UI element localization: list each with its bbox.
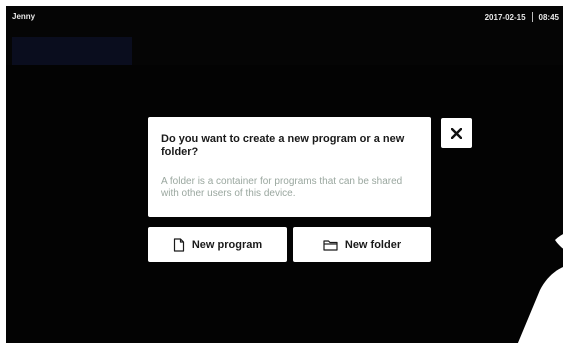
- new-folder-button[interactable]: New folder: [293, 227, 431, 262]
- create-dialog: Do you want to create a new program or a…: [148, 117, 431, 217]
- close-button[interactable]: [441, 118, 472, 148]
- new-program-button[interactable]: New program: [148, 227, 287, 262]
- divider: [531, 12, 533, 22]
- date-label: 2017-02-15: [484, 12, 526, 22]
- document-icon: [173, 237, 184, 252]
- dialog-question: Do you want to create a new program or a…: [161, 133, 405, 158]
- time-label: 08:45: [538, 12, 559, 22]
- dialog-description: A folder is a container for programs tha…: [161, 176, 403, 199]
- new-folder-label: New folder: [344, 238, 402, 251]
- new-program-label: New program: [191, 238, 263, 251]
- screen: Jenny 2017-02-15 08:45 Do you want to cr…: [6, 6, 563, 343]
- top-bar: Jenny 2017-02-15 08:45: [6, 6, 563, 32]
- user-name[interactable]: Jenny: [12, 12, 35, 21]
- folder-icon: [323, 239, 338, 251]
- close-icon: [451, 127, 462, 139]
- background-tile: [12, 37, 132, 65]
- status-area: 2017-02-15 08:45: [485, 12, 559, 22]
